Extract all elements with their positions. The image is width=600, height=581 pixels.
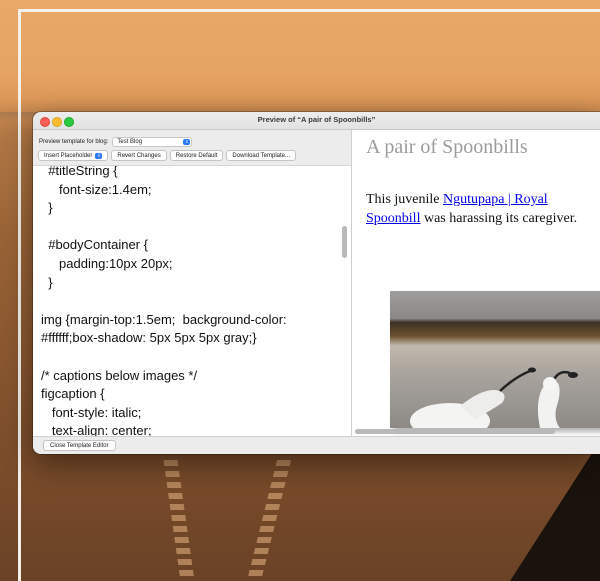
spoonbills-image (410, 367, 578, 428)
blog-select[interactable]: Test Blog ⇕ (112, 136, 193, 147)
blog-selector-row: Preview template for blog: Test Blog ⇕ (39, 136, 193, 147)
insert-placeholder-button[interactable]: Insert Placeholder ⇕ (38, 150, 109, 161)
window-titlebar[interactable]: Preview of “A pair of Spoonbills” (33, 112, 600, 130)
blog-select-value: Test Blog (117, 138, 143, 145)
wallpaper-track-right (246, 460, 292, 581)
preview-horizontal-scrollbar[interactable] (355, 429, 555, 434)
template-editor-window: Preview of “A pair of Spoonbills” Previe… (33, 112, 600, 454)
revert-changes-button[interactable]: Revert Changes (111, 150, 167, 161)
editor-vertical-scrollbar[interactable] (342, 226, 347, 258)
preview-text-before: This juvenile (366, 192, 443, 207)
spoonbills-photo (390, 291, 600, 428)
preview-post-title: A pair of Spoonbills (366, 136, 528, 158)
window-title: Preview of “A pair of Spoonbills” (257, 115, 376, 124)
preview-post-body: This juvenile Ngutupapa | Royal Spoonbil… (366, 190, 592, 228)
window-footer: Close Template Editor (33, 436, 600, 454)
wallpaper-frame-left (18, 9, 21, 581)
css-code-text[interactable]: #titleString { font-size:1.4em; } #bodyC… (41, 166, 341, 437)
template-editor-pane: Preview template for blog: Test Blog ⇕ I… (33, 130, 351, 437)
select-chevron-icon: ⇕ (183, 138, 191, 145)
preview-pane: A pair of Spoonbills This juvenile Ngutu… (352, 130, 600, 436)
preview-text-after: was harassing its caregiver. (420, 211, 578, 226)
dropdown-chevron-icon: ⇕ (95, 152, 103, 159)
wallpaper-shadow (510, 441, 600, 581)
blog-selector-label: Preview template for blog: (39, 138, 109, 145)
css-code-editor[interactable]: #titleString { font-size:1.4em; } #bodyC… (33, 165, 351, 437)
wallpaper-track-left (163, 460, 195, 581)
download-template-button[interactable]: Download Template... (226, 150, 297, 161)
restore-default-button[interactable]: Restore Default (169, 150, 224, 161)
editor-toolbar: Insert Placeholder ⇕ Revert Changes Rest… (38, 150, 297, 161)
wallpaper-frame-top (18, 9, 600, 12)
close-template-editor-button[interactable]: Close Template Editor (43, 440, 116, 451)
insert-placeholder-label: Insert Placeholder (44, 152, 93, 159)
